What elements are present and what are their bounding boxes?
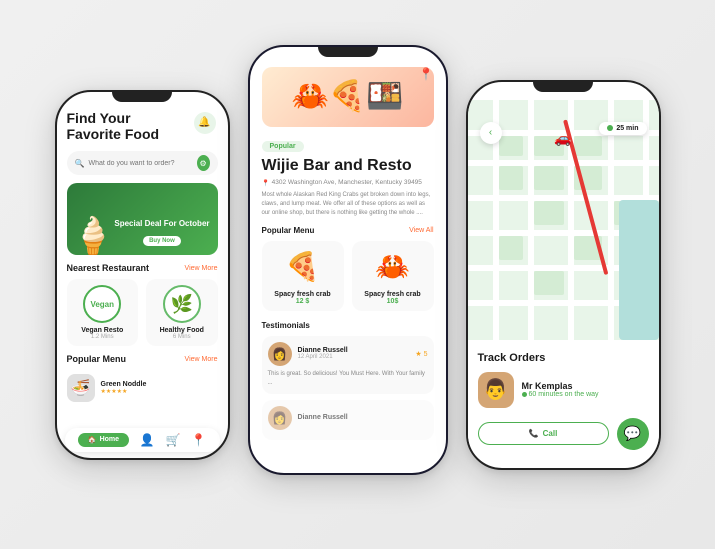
banner-image: 🍦 xyxy=(71,215,116,255)
restaurant-hero-image: 🦀🍕🍱 xyxy=(262,67,434,127)
track-orders-title: Track Orders xyxy=(478,352,649,364)
restaurant-name: Wijie Bar and Resto xyxy=(262,156,434,175)
restaurant-name-1: Vegan Resto xyxy=(81,327,123,334)
nearest-restaurant-header: Nearest Restaurant View More xyxy=(67,263,218,273)
eta-dot xyxy=(607,125,613,131)
testimonials-header: Testimonials xyxy=(262,321,434,330)
status-dot xyxy=(522,392,527,397)
banner-title: Special Deal For October xyxy=(114,219,209,229)
promo-banner[interactable]: 🍦 Special Deal For October Buy Now xyxy=(67,183,218,255)
back-button[interactable]: ‹ xyxy=(480,122,502,144)
phone-2: 🦀🍕🍱 📍 Popular Wijie Bar and Resto 📍 4302… xyxy=(248,45,448,475)
chat-icon: 💬 xyxy=(624,425,641,442)
popular-view-more[interactable]: View More xyxy=(185,356,218,363)
restaurant-card-healthy[interactable]: 🌿 Healthy Food 6 Mins xyxy=(146,279,218,346)
menu-card-price-2: 10$ xyxy=(387,298,399,305)
action-buttons: 📞 Call 💬 xyxy=(478,418,649,450)
bottom-navbar: 🏠 Home 👤 🛒 📍 xyxy=(65,428,220,452)
restaurant-description: Most whole Alaskan Red King Crabs get br… xyxy=(262,191,434,218)
restaurant-dist-1: 1.2 Mins xyxy=(91,334,114,340)
testimonial-avatar-1: 👩 xyxy=(268,342,292,366)
menu-item-stars-1: ★★★★★ xyxy=(101,388,147,395)
testimonial-2: 👩 Dianne Russell xyxy=(262,400,434,440)
menu-card-name-2: Spacy fresh crab xyxy=(364,291,420,298)
nav-home[interactable]: 🏠 Home xyxy=(78,433,129,447)
menu-card-2[interactable]: 🦀 Spacy fresh crab 10$ xyxy=(352,241,434,311)
testimonial-avatar-2: 👩 xyxy=(268,406,292,430)
filter-button[interactable]: ⚙ xyxy=(197,155,210,171)
phone-icon: 📞 xyxy=(529,429,539,438)
phone-1: 🔔 Find Your Favorite Food 🔍 ⚙ 🍦 Special … xyxy=(55,90,230,460)
testimonial-header-1: 👩 Dianne Russell 12 April 2021 ★ 5 xyxy=(268,342,428,366)
home-icon: 🏠 xyxy=(88,436,97,444)
menu-item-name-1: Green Noddle xyxy=(101,381,147,388)
track-orders-panel: Track Orders 👨 Mr Kemplas 60 minutes on … xyxy=(468,340,659,462)
testimonial-1: 👩 Dianne Russell 12 April 2021 ★ 5 This … xyxy=(262,336,434,394)
nav-cart-icon[interactable]: 🛒 xyxy=(165,433,180,447)
driver-status: 60 minutes on the way xyxy=(522,391,599,398)
testimonial-name-2: Dianne Russell xyxy=(298,414,348,421)
vegan-logo: Vegan xyxy=(83,285,121,323)
restaurant-name-2: Healthy Food xyxy=(160,327,204,334)
menu-card-image-1: 🍕 xyxy=(280,247,326,287)
menu-item-image-1: 🍜 xyxy=(67,374,95,402)
driver-avatar: 👨 xyxy=(478,372,514,408)
bell-icon: 🔔 xyxy=(198,117,210,128)
popular-badge: Popular xyxy=(262,141,304,152)
nearest-restaurant-title: Nearest Restaurant xyxy=(67,263,150,273)
driver-card: 👨 Mr Kemplas 60 minutes on the way xyxy=(478,372,649,408)
nearest-view-more[interactable]: View More xyxy=(185,265,218,272)
menu-item-1[interactable]: 🍜 Green Noddle ★★★★★ xyxy=(67,370,218,406)
map-view: 🚗 ‹ 25 min xyxy=(468,100,659,340)
location-pin-icon[interactable]: 📍 xyxy=(419,67,434,81)
eta-time: 25 min xyxy=(616,125,638,132)
address-pin-icon: 📍 xyxy=(262,179,270,187)
phone-3: 🚗 ‹ 25 min Track Orders 👨 Mr Kemplas 60 xyxy=(466,80,661,470)
menu-card-name-1: Spacy fresh crab xyxy=(274,291,330,298)
chat-button[interactable]: 💬 xyxy=(617,418,649,450)
search-input[interactable] xyxy=(88,160,196,167)
menu-card-price-1: 12 $ xyxy=(296,298,310,305)
testimonial-header-2: 👩 Dianne Russell xyxy=(268,406,428,430)
healthy-logo: 🌿 xyxy=(163,285,201,323)
popular-menu-title: Popular Menu xyxy=(67,354,127,364)
popular-menu-header: Popular Menu View More xyxy=(67,354,218,364)
testimonial-date-1: 12 April 2021 xyxy=(298,354,348,360)
eta-badge: 25 min xyxy=(599,122,646,135)
testimonial-stars-1: ★ 5 xyxy=(415,350,427,358)
popular-menu-header: Popular Menu View All xyxy=(262,226,434,235)
popular-menu-title: Popular Menu xyxy=(262,226,315,235)
menu-card-1[interactable]: 🍕 Spacy fresh crab 12 $ xyxy=(262,241,344,311)
testimonial-name-1: Dianne Russell xyxy=(298,347,348,354)
search-bar[interactable]: 🔍 ⚙ xyxy=(67,151,218,175)
notification-bell[interactable]: 🔔 xyxy=(194,112,216,134)
nav-profile-icon[interactable]: 👤 xyxy=(140,433,155,447)
testimonials-title: Testimonials xyxy=(262,321,310,330)
testimonial-text-1: This is great. So delicious! You Must He… xyxy=(268,370,428,388)
delivery-car-icon: 🚗 xyxy=(554,130,571,147)
search-icon: 🔍 xyxy=(75,159,85,168)
driver-name: Mr Kemplas xyxy=(522,381,599,391)
call-label: Call xyxy=(543,429,558,438)
call-button[interactable]: 📞 Call xyxy=(478,422,609,445)
restaurant-dist-2: 6 Mins xyxy=(173,334,191,340)
banner-button[interactable]: Buy Now xyxy=(143,236,181,246)
home-label: Home xyxy=(100,436,119,443)
view-all-link[interactable]: View All xyxy=(409,227,433,234)
restaurant-address: 📍 4302 Washington Ave, Manchester, Kentu… xyxy=(262,179,434,187)
menu-cards: 🍕 Spacy fresh crab 12 $ 🦀 Spacy fresh cr… xyxy=(262,241,434,311)
restaurant-card-vegan[interactable]: Vegan Vegan Resto 1.2 Mins xyxy=(67,279,139,346)
back-icon: ‹ xyxy=(489,127,492,138)
restaurant-list: Vegan Vegan Resto 1.2 Mins 🌿 Healthy Foo… xyxy=(67,279,218,346)
nav-location-icon[interactable]: 📍 xyxy=(191,433,206,447)
menu-card-image-2: 🦀 xyxy=(370,247,416,287)
